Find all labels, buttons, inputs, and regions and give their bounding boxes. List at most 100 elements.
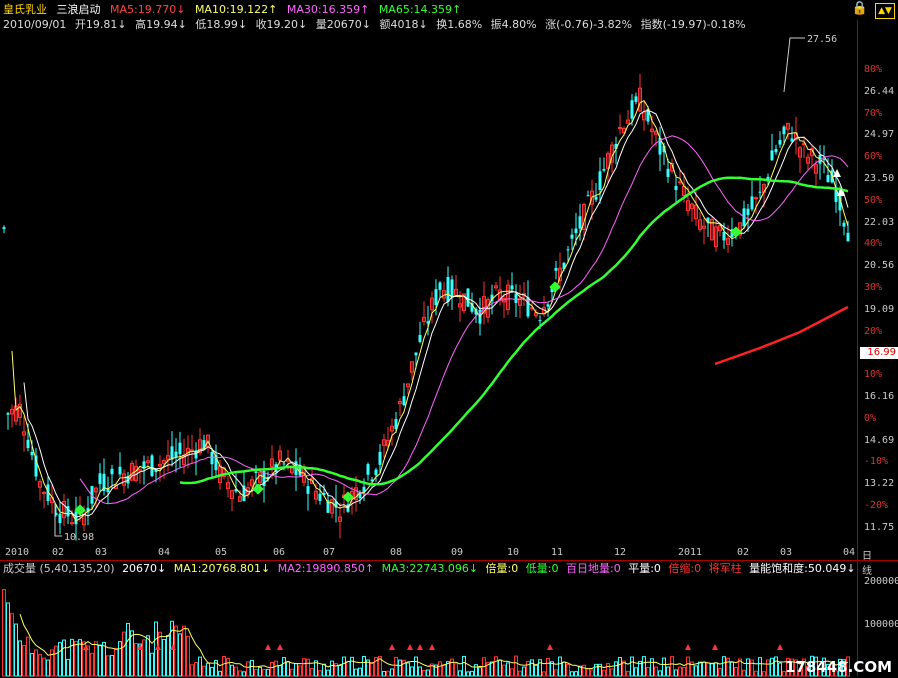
volume-params: (5,40,135,20) [39, 562, 115, 575]
ma30-line [79, 135, 849, 505]
volume-bar [406, 662, 410, 677]
candle-body [170, 446, 174, 460]
candle-body [178, 442, 182, 455]
volume-bar [694, 665, 698, 677]
candle-body [98, 473, 102, 485]
volume-bar [466, 671, 470, 677]
candle-body [758, 191, 762, 193]
indicator-name[interactable]: 三浪启动 [57, 3, 101, 16]
candle-body [754, 197, 758, 200]
volume-bar [602, 669, 606, 677]
candle-body [366, 464, 370, 475]
last-price-tag: 16.99 [860, 347, 898, 359]
volume-ma3: MA3:22743.096↓ [381, 562, 479, 575]
volume-bar [730, 661, 734, 677]
volume-bar [18, 640, 22, 677]
up-down-arrow-icon[interactable]: ▲▼ [875, 3, 895, 19]
pct-tick-label: 80% [864, 64, 883, 75]
bei-liang: 倍量:0 [485, 562, 519, 575]
volume-bar [542, 671, 546, 677]
volume-bar [122, 631, 126, 677]
volume-bar [634, 667, 638, 677]
candle-body [782, 126, 786, 135]
timeframe-label[interactable]: 日线 [862, 547, 872, 577]
candle-body [378, 451, 382, 465]
candle-body [778, 140, 782, 145]
volume-bar [218, 670, 222, 677]
volume-bar [454, 663, 458, 677]
volume-bar [62, 639, 66, 677]
candle-body [618, 126, 622, 129]
volume-bar [230, 664, 234, 677]
volume-bar [458, 670, 462, 677]
volume-bar [282, 657, 286, 677]
volume-bar [678, 666, 682, 677]
volume-bar [146, 635, 150, 677]
price-axis: 80% 26.44 70% 24.97 60% 23.50 50% 22.03 40% 20.56… [858, 40, 898, 540]
volume-bar [362, 655, 366, 677]
long-ma-line [714, 305, 849, 366]
candle-body [514, 293, 518, 303]
volume-bar [322, 663, 326, 677]
volume-ma2: MA2:19890.850↑ [277, 562, 375, 575]
candle-body [774, 149, 778, 153]
pct-tick-label: 30% [864, 282, 883, 293]
volume-bar [426, 669, 430, 677]
volume-bar [222, 656, 226, 677]
volume-bar [522, 666, 526, 677]
volume-bar [778, 662, 782, 677]
date-tick-label: 2011 [678, 547, 703, 558]
volume-bar [606, 663, 610, 677]
candle-body [566, 249, 570, 251]
volume-bar [498, 659, 502, 677]
volume-bar [338, 664, 342, 677]
volume-bar [742, 669, 746, 677]
price-tick-label: 24.97 [864, 129, 895, 141]
volume-bar [118, 641, 122, 677]
volume-chart[interactable] [0, 576, 858, 678]
candle-body [826, 175, 830, 183]
candle-body [414, 352, 418, 356]
candle-body [598, 171, 602, 190]
volume-bar [414, 656, 418, 677]
volume-bar [610, 668, 614, 677]
volume-bar [702, 661, 706, 677]
pct-tick-label: 40% [864, 238, 883, 250]
volume-bar [194, 662, 198, 677]
candle-body [70, 522, 74, 525]
volume-bar [654, 666, 658, 677]
volume-name[interactable]: 成交量 [3, 562, 36, 575]
volume-bar [642, 656, 646, 677]
volume-bar [710, 663, 714, 677]
candle-body [450, 279, 454, 298]
volume-bar [626, 670, 630, 677]
chart-header: 皇氏乳业 三浪启动 MA5:19.770↓ MA10:19.122↑ MA30:… [3, 3, 467, 17]
volume-value: 20670↓ [122, 562, 167, 575]
lock-icon[interactable]: 🔒 [852, 1, 868, 16]
volume-signal-arrow [547, 644, 553, 650]
watermark: 178448.COM [784, 658, 892, 676]
volume-bar [302, 658, 306, 677]
volume-bar [330, 660, 334, 677]
volume-bar [150, 652, 154, 677]
ma5-value: MA5:19.770↓ [110, 3, 186, 16]
candle-body [538, 320, 542, 322]
candlestick-chart[interactable]: 27.56 10.98 [0, 30, 858, 546]
volume-bar [90, 652, 94, 677]
date-tick-label: 07 [323, 547, 336, 558]
volume-bar [394, 656, 398, 677]
pct-tick-label: -10% [864, 456, 889, 468]
stock-name[interactable]: 皇氏乳业 [3, 3, 47, 16]
volume-bar [298, 665, 302, 677]
volume-bar [518, 670, 522, 677]
volume-bar [658, 670, 662, 677]
candle-body [586, 195, 590, 197]
pct-tick-label: 60% [864, 151, 883, 163]
date-tick-label: 2010 [5, 547, 30, 558]
volume-bar [106, 655, 110, 677]
volume-bar [74, 640, 78, 677]
date-tick-label: 02 [737, 547, 750, 558]
volume-bar [386, 670, 390, 677]
volume-bar [734, 667, 738, 677]
volume-bar [706, 662, 710, 677]
